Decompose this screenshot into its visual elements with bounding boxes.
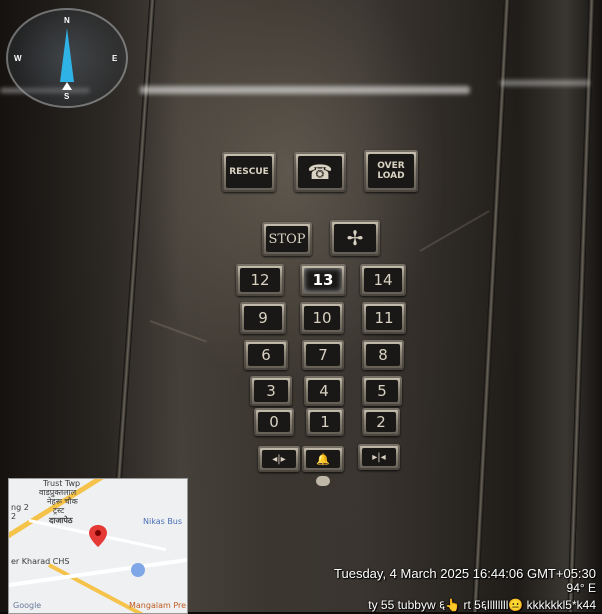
floor-4-button[interactable]: 4 xyxy=(304,376,344,406)
floor-label: 3 xyxy=(254,380,288,402)
phone-icon: ☎ xyxy=(298,156,342,188)
floor-10-button[interactable]: 10 xyxy=(300,302,344,334)
compass-needle-icon xyxy=(60,28,74,90)
floor-label: 6 xyxy=(248,344,284,366)
bell-icon: 🔔 xyxy=(306,450,340,468)
floor-label: 5 xyxy=(366,380,398,402)
coordinate-text: 94° E xyxy=(566,581,596,595)
floor-label: 13 xyxy=(304,268,342,292)
floor-label: 9 xyxy=(244,306,282,330)
floor-2-button[interactable]: 2 xyxy=(362,408,400,436)
floor-14-button[interactable]: 14 xyxy=(360,264,406,296)
floor-1-button[interactable]: 1 xyxy=(306,408,344,436)
floor-label: 1 xyxy=(310,412,340,432)
floor-3-button[interactable]: 3 xyxy=(250,376,292,406)
scratch xyxy=(419,210,490,252)
floor-label: 2 xyxy=(366,412,396,432)
map-poi xyxy=(131,563,145,577)
floor-12-button[interactable]: 12 xyxy=(236,264,284,296)
fan-button[interactable]: ✢ xyxy=(330,220,380,256)
floor-0-button[interactable]: 0 xyxy=(254,408,294,436)
panel-seam xyxy=(471,0,511,612)
compass-overlay: N E S W xyxy=(6,8,128,108)
indicator-light xyxy=(316,476,330,486)
floor-9-button[interactable]: 9 xyxy=(240,302,286,334)
floor-label: 12 xyxy=(240,268,280,292)
fan-icon: ✢ xyxy=(334,224,376,252)
scratch xyxy=(149,320,207,343)
floor-label: 0 xyxy=(258,412,290,432)
floor-11-button[interactable]: 11 xyxy=(362,302,406,334)
alarm-button[interactable]: 🔔 xyxy=(302,446,344,472)
panel-seam xyxy=(567,0,595,612)
floor-6-button[interactable]: 6 xyxy=(244,340,288,370)
floor-label: 7 xyxy=(306,344,340,366)
floor-8-button[interactable]: 8 xyxy=(362,340,404,370)
location-map[interactable]: Trust Twp वाडप्रुक्तलाल नेहरू चौक ट्रस्ट… xyxy=(8,478,188,614)
timestamp-text: Tuesday, 4 March 2025 16:44:06 GMT+05:30 xyxy=(334,566,596,581)
light-reflection xyxy=(140,86,470,94)
overload-button[interactable]: OVER LOAD xyxy=(364,150,418,192)
door-open-icon: ◂|▸ xyxy=(262,450,296,468)
map-pin-icon xyxy=(89,525,107,547)
floor-label: 8 xyxy=(366,344,400,366)
light-reflection xyxy=(500,80,590,86)
floor-label: 10 xyxy=(304,306,340,330)
address-text: ty 55 tubbyw ६👆 rt 5६llllllll😐 kkkkkkl5*… xyxy=(368,598,596,612)
floor-label: 11 xyxy=(366,306,402,330)
floor-5-button[interactable]: 5 xyxy=(362,376,402,406)
door-open-button[interactable]: ◂|▸ xyxy=(258,446,300,472)
stop-button[interactable]: STOP xyxy=(262,222,312,256)
floor-label: 14 xyxy=(364,268,402,292)
door-close-button[interactable]: ▸|◂ xyxy=(358,444,400,470)
rescue-button[interactable]: RESCUE xyxy=(222,152,276,192)
floor-7-button[interactable]: 7 xyxy=(302,340,344,370)
floor-label: 4 xyxy=(308,380,340,402)
phone-button[interactable]: ☎ xyxy=(294,152,346,192)
door-close-icon: ▸|◂ xyxy=(362,448,396,466)
floor-13-button[interactable]: 13 xyxy=(300,264,346,296)
